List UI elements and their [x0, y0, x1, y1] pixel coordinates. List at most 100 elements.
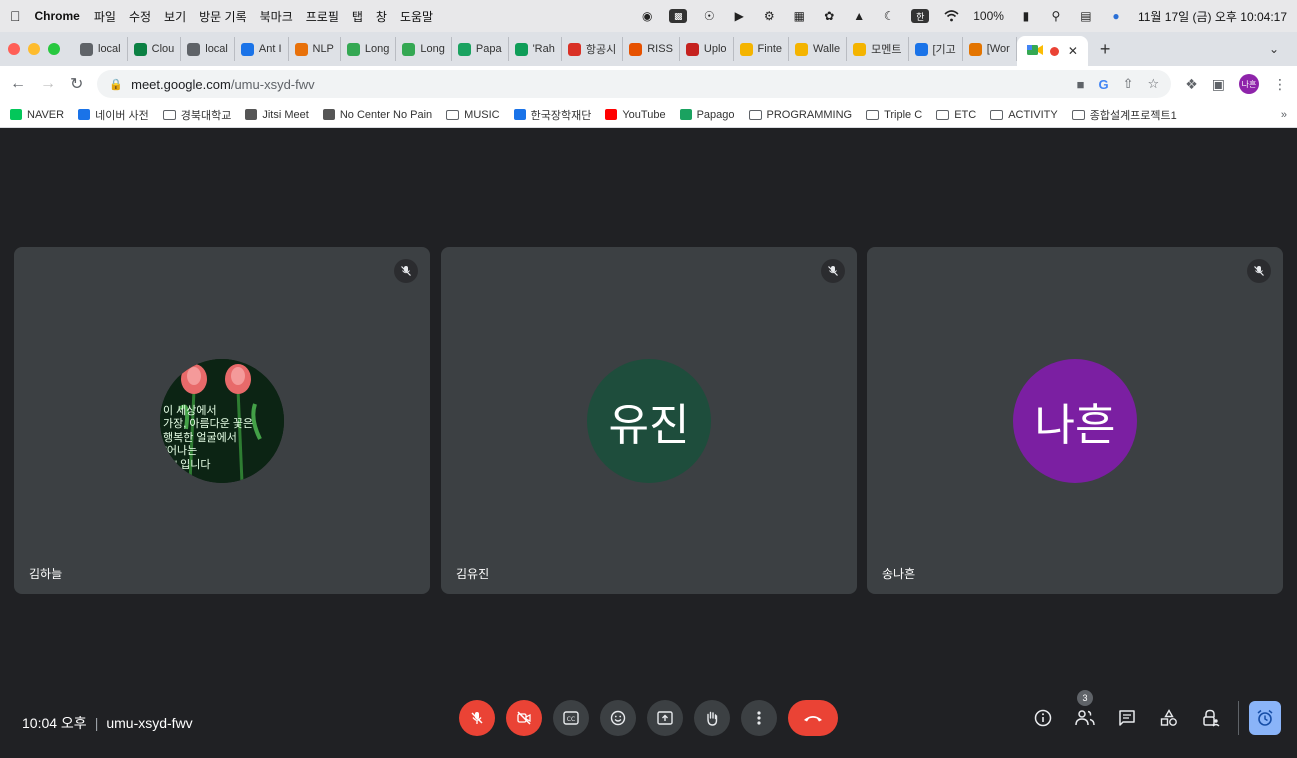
more-options-button[interactable]: [741, 700, 777, 736]
participant-tile[interactable]: 유진 김유진: [441, 247, 857, 594]
close-tab-icon[interactable]: ✕: [1068, 44, 1078, 58]
tab-search-chevron-down-icon[interactable]: ⌄: [1269, 42, 1279, 56]
browser-tab[interactable]: Long: [341, 37, 397, 61]
menu-item-help[interactable]: 도움말: [400, 8, 433, 25]
zoom-window-button[interactable]: [48, 43, 60, 55]
upload-icon[interactable]: ▲: [851, 9, 867, 23]
bookmark-item[interactable]: Papago: [679, 109, 735, 121]
browser-tab[interactable]: Finte: [734, 37, 790, 61]
browser-tab[interactable]: [Wor: [963, 37, 1017, 61]
menu-item-edit[interactable]: 수정: [129, 8, 151, 25]
bookmark-label: ETC: [954, 108, 977, 121]
bookmark-folder[interactable]: PROGRAMMING: [748, 109, 852, 121]
back-arrow-icon[interactable]: ←: [10, 75, 26, 93]
bookmark-item[interactable]: 네이버 사전: [78, 107, 149, 123]
moon-icon[interactable]: ☾: [881, 9, 897, 23]
address-bar[interactable]: 🔒 meet.google.com/umu-xsyd-fwv ■ G ⇧ ☆: [97, 70, 1172, 98]
browser-tab[interactable]: Long: [396, 37, 452, 61]
camera-permission-icon[interactable]: ■: [1077, 77, 1085, 92]
browser-tab[interactable]: Ant I: [235, 37, 289, 61]
bookmark-item[interactable]: No Center No Pain: [322, 109, 432, 121]
bookmark-star-icon[interactable]: ☆: [1148, 76, 1160, 92]
active-tab-meet[interactable]: ✕: [1016, 36, 1088, 66]
gear-icon[interactable]: ⚙: [761, 9, 777, 23]
bookmark-item[interactable]: Jitsi Meet: [245, 109, 309, 121]
extensions-puzzle-icon[interactable]: ❖: [1185, 76, 1198, 93]
bookmarks-overflow-icon[interactable]: »: [1281, 109, 1287, 121]
people-button[interactable]: 3: [1068, 690, 1102, 736]
microphone-toggle-button[interactable]: [459, 700, 495, 736]
bookmark-folder[interactable]: 종합설계프로젝트1: [1071, 107, 1177, 123]
google-icon[interactable]: G: [1099, 77, 1109, 92]
participant-tile[interactable]: 나흔 송나흔: [867, 247, 1283, 594]
grid-icon[interactable]: ▦: [791, 9, 807, 23]
menubar-clock[interactable]: 11월 17일 (금) 오후 10:04:17: [1138, 8, 1287, 25]
call-controls: CC: [459, 700, 838, 736]
participant-tile[interactable]: 이 세상에서 가장, 아름다운 꽃은 행복한 얼굴에서 "어나는 꽃" 입니다 …: [14, 247, 430, 594]
lock-icon[interactable]: 🔒: [109, 78, 123, 91]
status-app-icon[interactable]: ▩: [669, 9, 688, 23]
host-controls-button[interactable]: [1194, 700, 1228, 736]
browser-tab[interactable]: local: [74, 37, 128, 61]
meeting-time: 10:04 오후: [22, 715, 87, 731]
leave-call-button[interactable]: [788, 700, 838, 736]
battery-icon[interactable]: ▮: [1018, 9, 1034, 23]
browser-tab[interactable]: Walle: [789, 37, 848, 61]
bookmark-folder[interactable]: ETC: [936, 109, 976, 121]
bookmark-item[interactable]: YouTube: [605, 109, 666, 121]
control-center-icon[interactable]: ▤: [1078, 9, 1094, 23]
browser-tab[interactable]: Uplo: [680, 37, 734, 61]
captions-button[interactable]: CC: [553, 700, 589, 736]
camera-toggle-button[interactable]: [506, 700, 542, 736]
timer-button[interactable]: [1249, 701, 1281, 735]
activities-button[interactable]: [1152, 700, 1186, 736]
chat-button[interactable]: [1110, 700, 1144, 736]
more-vert-icon[interactable]: ⋮: [1273, 76, 1287, 93]
browser-tab[interactable]: 모멘트: [847, 37, 909, 61]
app-name[interactable]: Chrome: [35, 9, 80, 23]
menu-item-history[interactable]: 방문 기록: [199, 8, 247, 25]
new-tab-button[interactable]: +: [1100, 39, 1111, 60]
browser-tab[interactable]: NLP: [289, 37, 341, 61]
siri-icon[interactable]: ●: [1108, 9, 1124, 23]
raise-hand-button[interactable]: [694, 700, 730, 736]
apple-icon[interactable]: : [10, 8, 21, 24]
shield-icon[interactable]: ◉: [639, 9, 655, 23]
menu-item-view[interactable]: 보기: [164, 8, 186, 25]
browser-tab[interactable]: Papa: [452, 37, 509, 61]
bookmark-folder[interactable]: ACTIVITY: [990, 109, 1058, 121]
menu-item-profile[interactable]: 프로필: [306, 8, 339, 25]
bookmark-item[interactable]: 한국장학재단: [513, 107, 591, 123]
bookmark-folder[interactable]: Triple C: [866, 109, 922, 121]
play-icon[interactable]: ▶: [731, 9, 747, 23]
close-window-button[interactable]: [8, 43, 20, 55]
menu-item-window[interactable]: 창: [376, 8, 387, 25]
bookmark-folder[interactable]: 경북대학교: [162, 107, 231, 123]
wifi-icon[interactable]: [943, 9, 959, 23]
side-panel-icon[interactable]: ▣: [1212, 76, 1225, 93]
menu-item-bookmarks[interactable]: 북마크: [260, 8, 293, 25]
input-source-indicator[interactable]: 한: [911, 9, 930, 23]
reload-icon[interactable]: ↻: [70, 74, 83, 94]
meeting-details-button[interactable]: [1026, 700, 1060, 736]
camera-app-icon[interactable]: ☉: [701, 9, 717, 23]
browser-tab[interactable]: 항공시: [562, 37, 624, 61]
browser-tab[interactable]: RISS: [623, 37, 680, 61]
info-icon: [1034, 709, 1052, 727]
browser-tab[interactable]: 'Rah: [509, 37, 562, 61]
spotlight-search-icon[interactable]: ⚲: [1048, 9, 1064, 23]
minimize-window-button[interactable]: [28, 43, 40, 55]
forward-arrow-icon[interactable]: →: [40, 75, 56, 93]
profile-avatar[interactable]: 나흔: [1239, 74, 1259, 94]
notes-app-icon[interactable]: ✿: [821, 9, 837, 23]
present-screen-button[interactable]: [647, 700, 683, 736]
bookmark-folder[interactable]: MUSIC: [446, 109, 500, 121]
menu-item-file[interactable]: 파일: [94, 8, 116, 25]
reactions-button[interactable]: [600, 700, 636, 736]
browser-tab[interactable]: Clou: [128, 37, 182, 61]
bookmark-item[interactable]: NAVER: [10, 109, 64, 121]
browser-tab[interactable]: [기고: [909, 37, 963, 61]
share-icon[interactable]: ⇧: [1123, 76, 1134, 92]
menu-item-tab[interactable]: 탭: [352, 8, 363, 25]
browser-tab[interactable]: local: [181, 37, 235, 61]
